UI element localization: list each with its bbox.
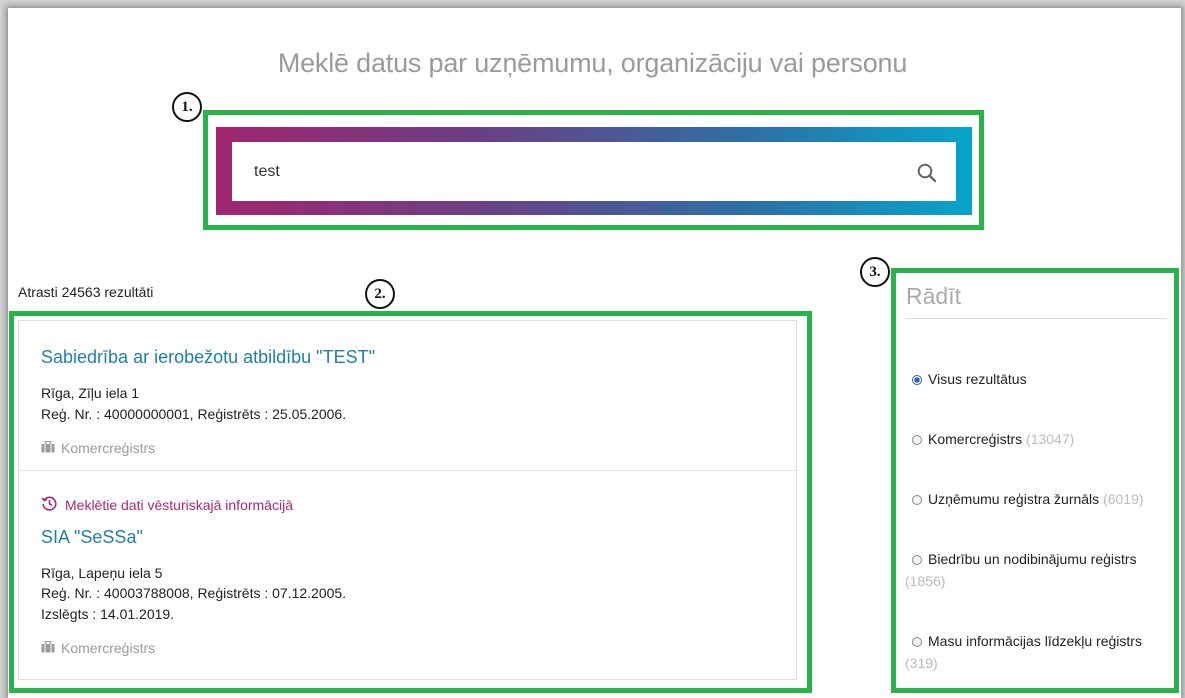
radio-button[interactable] xyxy=(912,495,922,505)
filter-option-count-value: (1856) xyxy=(905,573,946,589)
filter-option-count: (319) xyxy=(905,652,938,674)
result-register-label: Komercreģistrs xyxy=(61,440,156,456)
history-icon xyxy=(41,495,58,515)
filter-option-label: Uzņēmumu reģistra žurnāls xyxy=(928,491,1100,507)
result-excluded-info: Izslēgts : 14.01.2019. xyxy=(41,606,175,622)
annotation-marker-1: 1. xyxy=(172,92,202,122)
page-title: Meklē datus par uzņēmumu, organizāciju v… xyxy=(277,48,908,78)
briefcase-icon xyxy=(41,440,55,456)
result-register: Komercreģistrs xyxy=(41,440,155,456)
filter-option-count: (6019) xyxy=(1103,491,1144,507)
filter-option-commercial-register[interactable]: Komercreģistrs (13047) xyxy=(912,428,1172,450)
history-note: Meklētie dati vēsturiskajā informācijā xyxy=(41,495,293,515)
search-icon[interactable] xyxy=(916,162,938,184)
annotation-marker-3: 3. xyxy=(860,257,890,287)
results-count: Atrasti 24563 rezultāti xyxy=(18,284,154,300)
result-divider xyxy=(19,470,796,471)
result-title-link[interactable]: SIA "SeSSa" xyxy=(41,527,143,548)
filter-option-label: Komercreģistrs xyxy=(928,431,1023,447)
result-address: Rīga, Lapeņu iela 5 xyxy=(41,565,163,581)
briefcase-icon xyxy=(41,640,55,656)
result-address: Rīga, Zīļu iela 1 xyxy=(41,385,140,401)
filter-option-label: Biedrību un nodibinājumu reģistrs xyxy=(928,551,1137,567)
filter-option-count-value: (319) xyxy=(905,655,938,671)
radio-button-selected[interactable] xyxy=(912,375,922,385)
filter-option-all[interactable]: Visus rezultātus xyxy=(912,368,1172,390)
result-reg-info: Reģ. Nr. : 40003788008, Reģistrēts : 07.… xyxy=(41,585,347,601)
result-register: Komercreģistrs xyxy=(41,640,155,656)
radio-button[interactable] xyxy=(912,555,922,565)
history-note-label: Meklētie dati vēsturiskajā informācijā xyxy=(65,497,293,513)
filter-option-associations-register[interactable]: Biedrību un nodibinājumu reģistrs xyxy=(912,548,1174,570)
filter-option-count: (13047) xyxy=(1026,431,1075,447)
result-reg-info: Reģ. Nr. : 40000000001, Reģistrēts : 25.… xyxy=(41,406,347,422)
filter-divider xyxy=(906,318,1166,319)
filter-title: Rādīt xyxy=(906,283,961,309)
annotation-marker-2: 2. xyxy=(365,279,395,309)
filter-option-count: (1856) xyxy=(905,570,945,592)
result-register-label: Komercreģistrs xyxy=(61,640,156,656)
filter-option-label: Visus rezultātus xyxy=(928,371,1027,387)
radio-button[interactable] xyxy=(912,435,922,445)
filter-option-enterprise-journal[interactable]: Uzņēmumu reģistra žurnāls (6019) xyxy=(912,488,1172,510)
result-title-link[interactable]: Sabiedrība ar ierobežotu atbildību "TEST… xyxy=(41,347,375,368)
search-input[interactable] xyxy=(232,142,956,201)
filter-option-media-register[interactable]: Masu informācijas līdzekļu reģistrs xyxy=(912,630,1174,652)
radio-button[interactable] xyxy=(912,637,922,647)
filter-option-label: Masu informācijas līdzekļu reģistrs xyxy=(928,633,1142,649)
